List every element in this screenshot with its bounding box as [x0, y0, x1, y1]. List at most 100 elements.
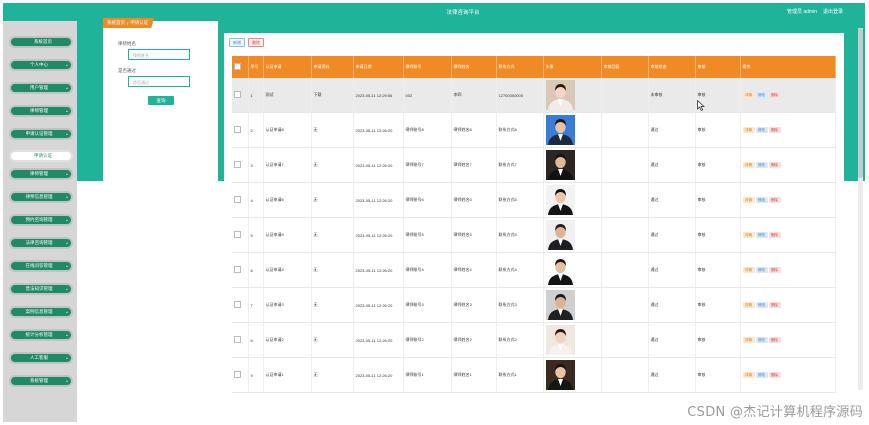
sidebar-item[interactable]: 案例信息管理 ⌄ — [9, 306, 73, 318]
audit-link[interactable]: 审核 — [695, 252, 741, 288]
detail-button[interactable]: 详情 — [742, 197, 755, 203]
cell-no: 9 — [248, 357, 264, 393]
row-actions: 详情 修改 删除 — [740, 147, 836, 183]
delete-button[interactable]: 删除 — [248, 38, 264, 47]
sidebar-item[interactable]: 在线问答管理 ⌄ — [9, 260, 73, 272]
avatar-photo-icon — [545, 80, 575, 110]
sidebar-item[interactable]: 系统管理 ⌄ — [9, 375, 73, 387]
sidebar-item[interactable]: 律师信息管理 ⌄ — [9, 191, 73, 203]
detail-button[interactable]: 详情 — [742, 162, 755, 168]
detail-button[interactable]: 详情 — [742, 302, 755, 308]
detail-button[interactable]: 详情 — [742, 92, 755, 98]
detail-button[interactable]: 详情 — [742, 127, 755, 133]
table-row: 9 认证申请1 无 2023-05-11 12:26:20 律师账号1 律师姓名1 联系方式… — [232, 357, 836, 393]
row-checkbox[interactable] — [234, 126, 241, 133]
audit-link[interactable]: 审核 — [695, 217, 741, 253]
cell-title: 测试 — [263, 78, 312, 113]
row-checkbox[interactable] — [234, 301, 241, 308]
cell-status: 通过 — [648, 147, 696, 183]
sidebar-item-label: 申请认证管理 — [25, 131, 53, 136]
row-checkbox-cell — [232, 322, 249, 358]
edit-button[interactable]: 修改 — [755, 127, 768, 133]
cell-date: 2023-05-11 12:26:20 — [353, 182, 404, 218]
edit-button[interactable]: 修改 — [755, 197, 768, 203]
row-delete-button[interactable]: 删除 — [768, 337, 781, 343]
logout-link[interactable]: 退出登录 — [823, 9, 843, 15]
cell-no: 6 — [248, 252, 264, 288]
detail-button[interactable]: 详情 — [742, 372, 755, 378]
sidebar-item[interactable]: 人工客服 ⌄ — [9, 352, 73, 364]
search-button[interactable]: 查询 — [148, 96, 174, 105]
edit-button[interactable]: 修改 — [755, 162, 768, 168]
cell-date: 2023-05-11 12:29:56 — [353, 78, 404, 113]
breadcrumb-home[interactable]: 系统首页 — [107, 20, 125, 26]
sidebar-item[interactable]: 普法知识管理 ⌄ — [9, 283, 73, 295]
audit-link[interactable]: 审核 — [695, 112, 741, 148]
row-checkbox[interactable] — [234, 161, 241, 168]
add-button[interactable]: 新增 — [229, 38, 245, 47]
row-checkbox[interactable] — [234, 196, 241, 203]
row-delete-button[interactable]: 删除 — [768, 92, 781, 98]
audit-link[interactable]: 审核 — [695, 147, 741, 183]
cell-phone: 联系方式6 — [496, 182, 544, 218]
sidebar-item[interactable]: 个人中心 ⌄ — [9, 59, 73, 71]
row-delete-button[interactable]: 删除 — [768, 197, 781, 203]
edit-button[interactable]: 修改 — [755, 337, 768, 343]
edit-button[interactable]: 修改 — [755, 267, 768, 273]
detail-button[interactable]: 详情 — [742, 232, 755, 238]
row-actions: 详情 修改 删除 — [740, 322, 836, 358]
sidebar-item[interactable]: 法律咨询管理 ⌄ — [9, 237, 73, 249]
lawyer-name-input[interactable]: 律师姓名 — [128, 49, 190, 60]
edit-button[interactable]: 修改 — [755, 232, 768, 238]
row-checkbox[interactable] — [234, 371, 241, 378]
sidebar-item[interactable]: 统计分析管理 ⌄ — [9, 329, 73, 341]
cell-status: 通过 — [648, 357, 696, 393]
edit-button[interactable]: 修改 — [755, 302, 768, 308]
audit-link[interactable]: 审核 — [695, 322, 741, 358]
cell-name: 律师姓名1 — [451, 357, 497, 393]
sidebar-item[interactable]: 律师管理 ⌄ — [9, 168, 73, 180]
sidebar-item[interactable]: 律师管理 ⌄ — [9, 105, 73, 117]
cell-account: 律师账号3 — [403, 287, 452, 323]
audit-link[interactable]: 审核 — [695, 287, 741, 323]
audit-link[interactable]: 审核 — [695, 357, 741, 393]
avatar-photo-icon — [545, 360, 575, 390]
column-header[interactable] — [232, 56, 249, 78]
chevron-down-icon: ⌄ — [64, 378, 70, 384]
sidebar-item[interactable]: 预约咨询管理 ⌄ — [9, 214, 73, 226]
cell-phone: 联系方式1 — [496, 357, 544, 393]
detail-button[interactable]: 详情 — [742, 267, 755, 273]
sidebar-item[interactable]: 申请认证 — [9, 150, 73, 162]
select-all-checkbox[interactable] — [234, 63, 241, 70]
row-delete-button[interactable]: 删除 — [768, 162, 781, 168]
approved-input[interactable]: 是否通过 — [128, 76, 190, 87]
row-delete-button[interactable]: 删除 — [768, 232, 781, 238]
row-checkbox[interactable] — [234, 266, 241, 273]
row-checkbox[interactable] — [234, 336, 241, 343]
row-delete-button[interactable]: 删除 — [768, 127, 781, 133]
row-actions: 详情 修改 删除 — [740, 182, 836, 218]
cell-material: 无 — [311, 182, 354, 218]
sidebar-item[interactable]: 用户管理 ⌄ — [9, 82, 73, 94]
row-delete-button[interactable]: 删除 — [768, 372, 781, 378]
chevron-down-icon: ⌄ — [64, 263, 70, 269]
cell-phone: 联系方式2 — [496, 322, 544, 358]
sidebar-item[interactable]: 申请认证管理 ⌄ — [9, 128, 73, 140]
detail-button[interactable]: 详情 — [742, 337, 755, 343]
edit-button[interactable]: 修改 — [755, 92, 768, 98]
cell-title: 认证申请2 — [263, 322, 312, 358]
row-checkbox[interactable] — [234, 91, 241, 98]
scrollbar-thumb[interactable] — [858, 28, 863, 178]
edit-button[interactable]: 修改 — [755, 372, 768, 378]
row-delete-button[interactable]: 删除 — [768, 267, 781, 273]
cell-title: 认证申请3 — [263, 287, 312, 323]
sidebar-item[interactable]: 系统首页 — [9, 36, 73, 48]
sidebar-item-label: 预约咨询管理 — [25, 217, 53, 222]
row-delete-button[interactable]: 删除 — [768, 302, 781, 308]
audit-link[interactable]: 审核 — [695, 182, 741, 218]
cell-material: 无 — [311, 357, 354, 393]
cell-material[interactable]: 下载 — [311, 78, 354, 113]
cell-account: 002 — [403, 78, 452, 113]
avatar-photo-icon — [545, 325, 575, 355]
row-checkbox[interactable] — [234, 231, 241, 238]
